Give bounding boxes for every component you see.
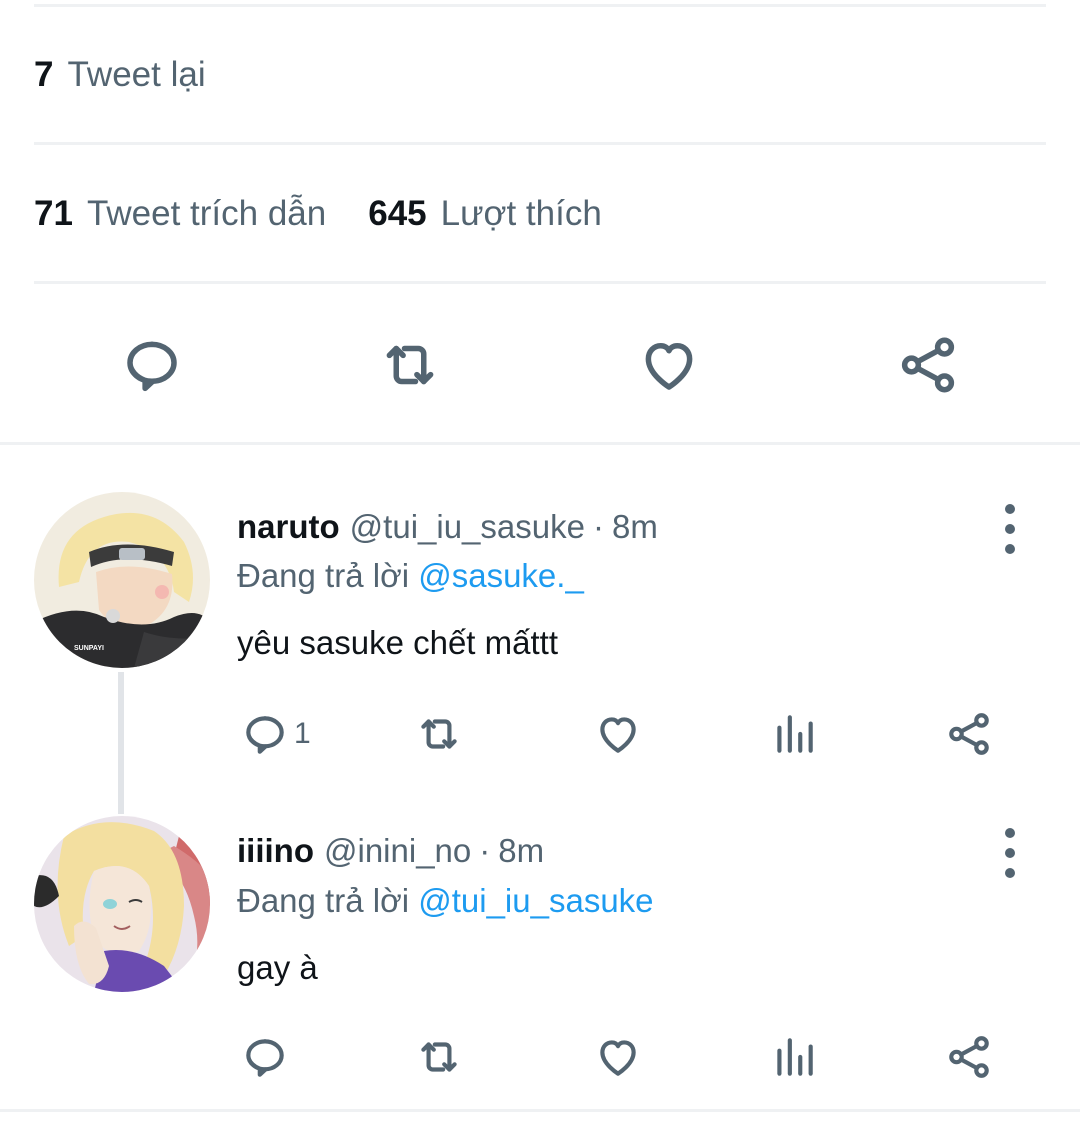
separator: · <box>592 508 604 545</box>
like-icon <box>645 343 693 390</box>
like-button[interactable] <box>593 704 643 764</box>
reply-button[interactable] <box>240 1027 290 1087</box>
analytics-button[interactable] <box>769 704 819 764</box>
timestamp[interactable]: 8m <box>612 508 658 546</box>
like-button[interactable] <box>624 320 714 410</box>
retweet-button[interactable] <box>365 320 455 410</box>
avatar-image-ino <box>34 816 210 992</box>
avatar-caption: SUNPAYI <box>74 645 104 652</box>
replying-mention[interactable]: @sasuke._ <box>418 557 584 594</box>
share-icon <box>901 337 955 393</box>
more-dot-icon <box>1005 828 1015 838</box>
share-button[interactable] <box>883 320 973 410</box>
avatar[interactable]: SUNPAYI <box>34 492 210 668</box>
quote-count[interactable]: 71 <box>34 194 73 234</box>
replying-prefix: Đang trả lời <box>237 882 410 919</box>
replying-to: Đang trả lời @sasuke._ <box>237 557 584 595</box>
retweet-count: 7 <box>34 55 54 94</box>
display-name[interactable]: iiiino <box>237 832 314 870</box>
tweet-action-bar <box>0 320 1080 410</box>
reply-icon <box>127 341 177 392</box>
retweet-button[interactable] <box>414 1027 464 1087</box>
retweet-icon <box>386 345 434 385</box>
divider <box>34 142 1046 145</box>
retweet-icon <box>421 1042 457 1072</box>
more-dot-icon <box>1005 524 1015 534</box>
username[interactable]: @inini_no <box>324 832 471 870</box>
more-dot-icon <box>1005 868 1015 878</box>
reply-action-bar <box>0 1027 1080 1087</box>
more-options-button[interactable] <box>990 828 1030 878</box>
reply-button[interactable]: 1 <box>240 704 311 764</box>
replying-mention[interactable]: @tui_iu_sasuke <box>418 882 653 919</box>
avatar-image-naruto: SUNPAYI <box>34 492 210 668</box>
username[interactable]: @tui_iu_sasuke <box>350 508 585 546</box>
timestamp[interactable]: 8m <box>498 832 544 870</box>
replying-prefix: Đang trả lời <box>237 557 410 594</box>
section-divider <box>0 442 1080 445</box>
retweet-button[interactable] <box>414 704 464 764</box>
reply-button[interactable] <box>107 320 197 410</box>
separator: · <box>479 832 491 869</box>
quote-like-stats: 71 Tweet trích dẫn 645 Lượt thích <box>34 194 602 234</box>
like-button[interactable] <box>593 1027 643 1087</box>
section-divider <box>0 1109 1080 1112</box>
share-icon <box>949 1036 989 1078</box>
more-options-button[interactable] <box>990 504 1030 554</box>
avatar[interactable] <box>34 816 210 992</box>
tweet-header: iiiino @inini_no · 8m <box>237 832 544 870</box>
more-dot-icon <box>1005 544 1015 554</box>
divider <box>34 281 1046 284</box>
reply-action-bar: 1 <box>0 704 1080 764</box>
reply-icon <box>246 1039 284 1077</box>
tweet-text: gay à <box>237 949 318 986</box>
tweet-header: naruto @tui_iu_sasuke · 8m <box>237 508 658 546</box>
share-icon <box>949 713 989 755</box>
retweet-icon <box>421 719 457 749</box>
divider <box>34 4 1046 7</box>
analytics-icon <box>777 1038 813 1076</box>
quote-label[interactable]: Tweet trích dẫn <box>87 194 326 234</box>
tweet-text: yêu sasuke chết mấttt <box>237 624 558 661</box>
like-label[interactable]: Lượt thích <box>441 194 602 234</box>
retweet-label: Tweet lại <box>67 55 206 94</box>
analytics-icon <box>777 715 813 753</box>
like-icon <box>600 717 636 753</box>
reply-icon <box>246 716 284 754</box>
share-button[interactable] <box>944 1027 994 1087</box>
replying-to: Đang trả lời @tui_iu_sasuke <box>237 882 654 920</box>
display-name[interactable]: naruto <box>237 508 340 546</box>
more-dot-icon <box>1005 504 1015 514</box>
reply-count: 1 <box>294 717 311 750</box>
like-icon <box>600 1040 636 1076</box>
analytics-button[interactable] <box>769 1027 819 1087</box>
like-count[interactable]: 645 <box>368 194 426 234</box>
retweet-stat[interactable]: 7 Tweet lại <box>34 55 206 95</box>
more-dot-icon <box>1005 848 1015 858</box>
share-button[interactable] <box>944 704 994 764</box>
